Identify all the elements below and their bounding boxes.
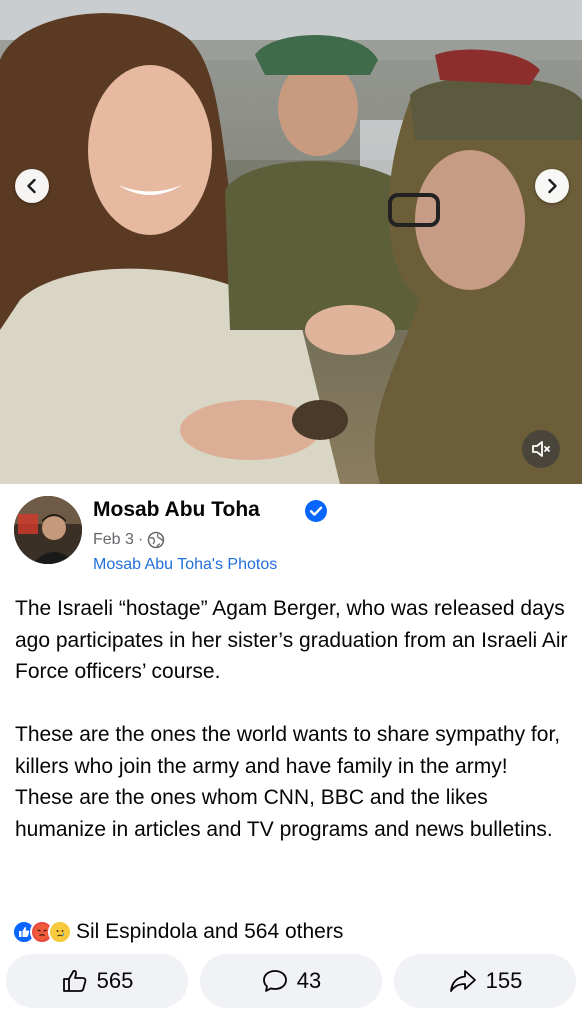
- comment-button[interactable]: 43: [200, 954, 382, 1008]
- reactions-summary-text[interactable]: Sil Espindola and 564 others: [76, 920, 343, 944]
- meta-separator: ·: [137, 531, 144, 548]
- reactions-summary[interactable]: Sil Espindola and 564 others: [12, 918, 343, 946]
- post-media[interactable]: [0, 0, 582, 484]
- speaker-muted-icon: [532, 441, 550, 457]
- post-body: The Israeli “hostage” Agam Berger, who w…: [15, 593, 571, 845]
- globe-icon: [148, 531, 165, 549]
- comment-icon: [262, 970, 287, 992]
- post-paragraph-1: The Israeli “hostage” Agam Berger, who w…: [15, 597, 568, 683]
- avatar-photo: [14, 496, 82, 564]
- sad-reaction-icon: [48, 920, 72, 944]
- share-arrow-icon: [449, 970, 476, 992]
- post-date[interactable]: Feb 3: [93, 531, 134, 549]
- post-paragraph-2: These are the ones the world wants to sh…: [15, 723, 561, 778]
- author-name[interactable]: Mosab Abu Toha: [93, 498, 260, 522]
- like-button[interactable]: 565: [6, 954, 188, 1008]
- post-actions: 565 43 155: [0, 954, 582, 1010]
- post-paragraph-3: These are the ones whom CNN, BBC and the…: [15, 786, 553, 841]
- post-photo: [0, 0, 582, 484]
- share-button[interactable]: 155: [394, 954, 576, 1008]
- previous-photo-button[interactable]: [15, 169, 49, 203]
- thumbs-up-icon: [62, 970, 86, 992]
- chevron-left-icon: [27, 178, 36, 194]
- next-photo-button[interactable]: [535, 169, 569, 203]
- like-count: 565: [96, 968, 134, 993]
- post-header: Mosab Abu Toha Feb 3 · Mosab Abu Toha's …: [14, 496, 574, 580]
- mute-toggle-button[interactable]: [522, 430, 560, 468]
- author-avatar[interactable]: [14, 496, 82, 564]
- share-count: 155: [485, 968, 523, 993]
- verified-badge-icon: [305, 500, 327, 522]
- post-source-link[interactable]: Mosab Abu Toha's Photos: [93, 556, 277, 574]
- chevron-right-icon: [548, 178, 557, 194]
- post-meta: Feb 3 ·: [93, 531, 165, 549]
- comment-count: 43: [296, 968, 322, 993]
